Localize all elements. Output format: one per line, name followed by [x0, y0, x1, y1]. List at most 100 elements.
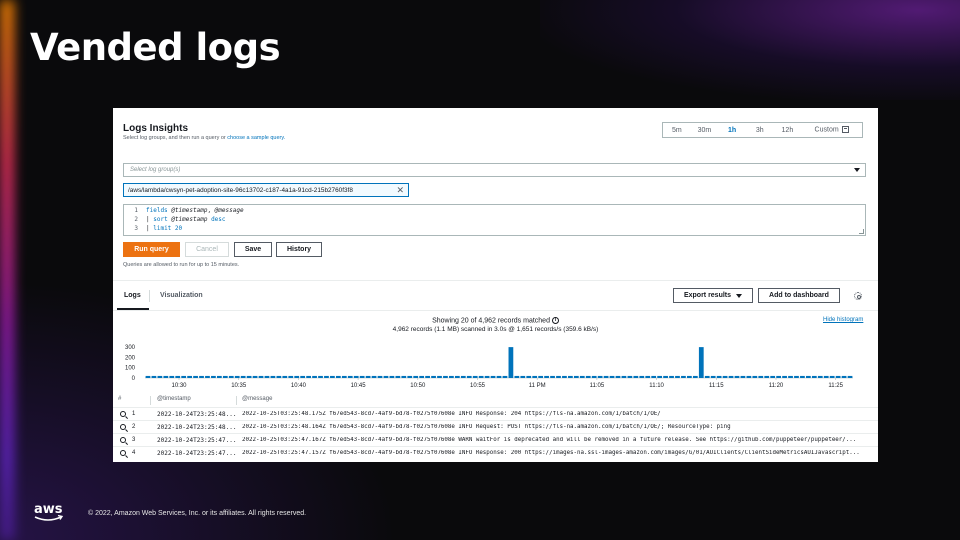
histogram-bar[interactable] [704, 375, 710, 378]
histogram-bar[interactable] [341, 375, 347, 378]
histogram-bar[interactable] [431, 375, 436, 378]
histogram-bar[interactable] [758, 375, 764, 378]
histogram-bar[interactable] [306, 375, 311, 378]
histogram-bar[interactable] [335, 375, 341, 378]
histogram-bar[interactable] [270, 375, 276, 378]
histogram-bar[interactable] [687, 375, 692, 378]
histogram-bar[interactable] [746, 375, 752, 378]
histogram-bar[interactable] [228, 375, 234, 378]
hide-histogram-link[interactable]: Hide histogram [823, 317, 863, 323]
info-icon[interactable]: i [551, 317, 559, 324]
histogram-bar[interactable] [728, 375, 734, 378]
tab-visualization[interactable]: Visualization [160, 292, 203, 299]
histogram-bar[interactable] [692, 375, 698, 378]
histogram-bar[interactable] [169, 375, 175, 378]
histogram-bar[interactable] [835, 375, 841, 378]
add-to-dashboard-button[interactable]: Add to dashboard [758, 288, 840, 303]
histogram-bar[interactable] [484, 375, 490, 378]
histogram-bar[interactable] [651, 375, 657, 378]
run-query-button[interactable]: Run query [123, 242, 180, 257]
histogram-bar[interactable] [365, 375, 371, 378]
histogram-bar[interactable] [413, 375, 419, 378]
histogram-bar[interactable] [359, 375, 365, 378]
histogram-bar[interactable] [722, 375, 728, 378]
column-header-timestamp[interactable]: @timestamp [157, 396, 191, 402]
histogram-bar[interactable] [645, 375, 651, 378]
histogram-bar[interactable] [520, 375, 526, 378]
histogram-bar[interactable] [681, 375, 686, 378]
histogram-bar[interactable] [597, 375, 603, 378]
histogram-bar[interactable] [782, 375, 787, 378]
tab-logs[interactable]: Logs [124, 292, 141, 299]
histogram-bar[interactable] [794, 375, 799, 378]
export-results-button[interactable]: Export results [673, 288, 753, 303]
histogram-bar[interactable] [389, 375, 395, 378]
histogram-bar[interactable] [740, 375, 746, 378]
histogram-bar[interactable] [591, 375, 597, 378]
histogram-bar[interactable] [466, 375, 472, 378]
histogram-bar[interactable] [633, 375, 639, 378]
histogram-bar[interactable] [353, 375, 359, 378]
histogram-bar[interactable] [460, 375, 466, 378]
time-range-30m[interactable]: 30m [691, 127, 719, 134]
histogram-bar[interactable] [788, 375, 793, 378]
cancel-button[interactable]: Cancel [185, 242, 229, 257]
table-row[interactable]: 1 2022-10-24T23:25:48... 2022-10-25T03:2… [113, 407, 878, 420]
histogram-bar[interactable] [264, 375, 270, 378]
histogram-bar[interactable] [621, 375, 627, 378]
query-editor[interactable]: 1 fields @timestamp, @message 2 | sort @… [123, 204, 866, 236]
histogram-bar[interactable] [639, 375, 645, 378]
histogram-bar[interactable] [538, 375, 544, 378]
histogram-bar[interactable] [443, 375, 448, 378]
histogram-bar[interactable] [502, 375, 508, 378]
log-group-select[interactable]: Select log group(s) [123, 163, 866, 177]
time-range-3h[interactable]: 3h [746, 127, 774, 134]
time-range-1h[interactable]: 1h [718, 127, 746, 134]
histogram-bar[interactable] [187, 375, 192, 378]
histogram-bar[interactable] [550, 375, 555, 378]
save-button[interactable]: Save [234, 242, 272, 257]
time-range-12h[interactable]: 12h [774, 127, 802, 134]
expand-row-icon[interactable] [120, 411, 126, 417]
histogram-bar[interactable] [615, 375, 621, 378]
histogram-bar[interactable] [770, 375, 776, 378]
histogram-bar[interactable] [205, 375, 210, 378]
histogram-bar[interactable] [609, 375, 615, 378]
sample-query-link[interactable]: choose a sample query. [227, 135, 285, 141]
histogram-bar[interactable] [698, 347, 704, 378]
histogram-bar[interactable] [324, 375, 329, 378]
histogram-bar[interactable] [585, 375, 591, 378]
history-button[interactable]: History [276, 242, 322, 257]
histogram-bar[interactable] [371, 375, 377, 378]
histogram-bar[interactable] [764, 375, 770, 378]
histogram-bar[interactable] [663, 375, 668, 378]
histogram-bar[interactable] [627, 375, 633, 378]
histogram-bar[interactable] [312, 375, 317, 378]
histogram-bar[interactable] [175, 375, 181, 378]
table-row[interactable]: 3 2022-10-24T23:25:47... 2022-10-25T03:2… [113, 433, 878, 446]
histogram-bar[interactable] [276, 375, 282, 378]
remove-token-icon[interactable]: ✕ [396, 185, 404, 196]
histogram-bar[interactable] [258, 375, 264, 378]
histogram-bar[interactable] [181, 375, 187, 378]
histogram-bar[interactable] [145, 375, 151, 378]
time-range-5m[interactable]: 5m [663, 127, 691, 134]
column-header-message[interactable]: @message [242, 396, 272, 402]
histogram-bar[interactable] [252, 375, 258, 378]
table-row[interactable]: 4 2022-10-24T23:25:47... 2022-10-25T03:2… [113, 446, 878, 459]
histogram-bar[interactable] [377, 375, 383, 378]
histogram-bar[interactable] [193, 375, 198, 378]
expand-row-icon[interactable] [120, 437, 126, 443]
histogram-bar[interactable] [568, 375, 573, 378]
histogram-bar[interactable] [347, 375, 353, 378]
histogram-bar[interactable] [163, 375, 169, 378]
histogram-bar[interactable] [562, 375, 567, 378]
histogram-bar[interactable] [657, 375, 663, 378]
histogram-bar[interactable] [425, 375, 430, 378]
histogram-bar[interactable] [669, 375, 674, 378]
histogram-bar[interactable] [817, 375, 823, 378]
table-row[interactable]: 2 2022-10-24T23:25:48... 2022-10-25T03:2… [113, 420, 878, 433]
histogram-bar[interactable] [246, 375, 252, 378]
histogram-bar[interactable] [514, 375, 520, 378]
histogram-bar[interactable] [282, 375, 288, 378]
